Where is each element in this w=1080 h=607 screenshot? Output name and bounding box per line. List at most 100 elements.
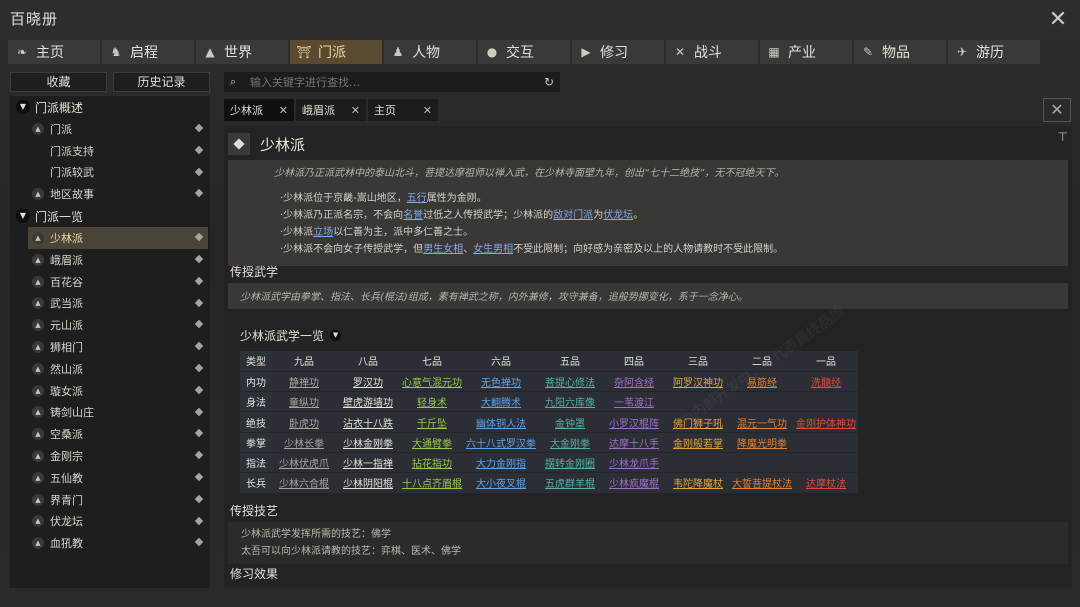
tree-item[interactable]: ▲ 少林派 — [28, 227, 208, 249]
martial-art-link[interactable]: 降魔光明拳 — [737, 439, 787, 450]
tree-item[interactable]: ▲ 空桑派 — [28, 423, 208, 445]
tree-item[interactable]: ▲ 峨眉派 — [28, 249, 208, 271]
tree-item[interactable]: ▲ 武当派 — [28, 293, 208, 315]
martial-art-link[interactable]: 静禅功 — [289, 378, 319, 389]
term-link[interactable]: 女生男相 — [473, 244, 513, 255]
term-link[interactable]: 敌对门派 — [553, 210, 593, 221]
term-link[interactable]: 男生女相 — [423, 244, 463, 255]
tree-item[interactable]: ▲ 百花谷 — [28, 271, 208, 293]
tree-item[interactable]: ▲ 界青门 — [28, 489, 208, 511]
martial-art-link[interactable]: 少林伏虎爪 — [279, 459, 329, 470]
nav-tab-10[interactable]: ✈ 游历 — [948, 40, 1040, 64]
martial-art-link[interactable]: 罗汉功 — [353, 378, 383, 389]
tree-item[interactable]: ▲ 金刚宗 — [28, 445, 208, 467]
nav-tab-6[interactable]: ▶ 修习 — [572, 40, 664, 64]
martial-art-link[interactable]: 杂阿含经 — [614, 378, 654, 389]
martial-art-link[interactable]: 大金刚拳 — [550, 439, 590, 450]
martial-art-link[interactable]: 金钟罩 — [555, 419, 585, 430]
martial-art-link[interactable]: 心意气混元功 — [402, 378, 462, 389]
close-icon[interactable]: ✕ — [279, 104, 288, 117]
martial-art-link[interactable]: 韦陀降魔杖 — [673, 479, 723, 490]
chevron-down-icon[interactable]: ▼ — [330, 330, 342, 341]
nav-tab-4[interactable]: ♟ 人物 — [384, 40, 476, 64]
martial-art-link[interactable]: 壁虎游墙功 — [343, 398, 393, 409]
pin-icon[interactable]: ⊤ — [1058, 130, 1068, 144]
martial-art-link[interactable]: 少林疯魔棍 — [609, 479, 659, 490]
nav-tab-5[interactable]: ● 交互 — [478, 40, 570, 64]
tree-item[interactable]: 门派支持 — [28, 140, 208, 162]
nav-tab-7[interactable]: ✕ 战斗 — [666, 40, 758, 64]
term-link[interactable]: 立场 — [313, 227, 333, 238]
martial-art-link[interactable]: 轻身术 — [417, 398, 447, 409]
tree-item[interactable]: ▲ 地区故事 — [28, 183, 208, 205]
tree-item[interactable]: ▲ 狮相门 — [28, 336, 208, 358]
martial-art-link[interactable]: 少林金刚拳 — [343, 439, 393, 450]
martial-art-link[interactable]: 大小夜叉棍 — [476, 479, 526, 490]
close-icon[interactable]: ✕ — [423, 104, 432, 117]
martial-art-link[interactable]: 无色禅功 — [481, 378, 521, 389]
close-icon[interactable]: ✕ — [351, 104, 360, 117]
martial-art-link[interactable]: 五虎群羊棍 — [545, 479, 595, 490]
martial-art-link[interactable]: 幽体铜人法 — [476, 419, 526, 430]
martial-art-link[interactable]: 易筋经 — [747, 378, 777, 389]
martial-art-link[interactable]: 大通臂拳 — [412, 439, 452, 450]
nav-tab-0[interactable]: ❧ 主页 — [8, 40, 100, 64]
refresh-icon[interactable]: ↻ — [544, 75, 554, 89]
chevron-down-icon[interactable]: ▼ — [16, 209, 30, 224]
tree-item[interactable]: ▲ 伏龙坛 — [28, 511, 208, 533]
martial-art-link[interactable]: 大誓菩提杖法 — [732, 479, 792, 490]
martial-art-link[interactable]: 菩提心修法 — [545, 378, 595, 389]
martial-art-link[interactable]: 十八点齐眉棍 — [402, 479, 462, 490]
close-x-icon[interactable]: ✕ — [1046, 8, 1070, 32]
tree-item[interactable]: ▲ 门派 — [28, 118, 208, 140]
martial-art-link[interactable]: 洗髓经 — [811, 378, 841, 389]
martial-art-link[interactable]: 拈花指功 — [412, 459, 452, 470]
martial-art-link[interactable]: 六十八式罗汉拳 — [466, 439, 536, 450]
martial-art-link[interactable]: 摆转金刚圈 — [545, 459, 595, 470]
page-tab[interactable]: 主页 ✕ — [368, 99, 438, 121]
martial-art-link[interactable]: 少林龙爪手 — [609, 459, 659, 470]
tree-group[interactable]: ▼ 门派一览 — [10, 205, 210, 227]
tree-item[interactable]: ▲ 五仙教 — [28, 467, 208, 489]
martial-art-link[interactable]: 少林一指禅 — [343, 459, 393, 470]
martial-art-link[interactable]: 小罗汉棍阵 — [609, 419, 659, 430]
martial-art-link[interactable]: 千斤坠 — [417, 419, 447, 430]
page-tab[interactable]: 峨眉派 ✕ — [296, 99, 366, 121]
tree-item[interactable]: 门派较武 — [28, 162, 208, 184]
martial-art-link[interactable]: 佛门狮子吼 — [673, 419, 723, 430]
martial-art-link[interactable]: 少林长拳 — [284, 439, 324, 450]
page-tab[interactable]: 少林派 ✕ — [224, 99, 294, 121]
search-input[interactable] — [250, 75, 536, 89]
term-link[interactable]: 伏龙坛 — [603, 210, 633, 221]
tree-item[interactable]: ▲ 血犼教 — [28, 532, 208, 554]
tree-group[interactable]: ▼ 门派概述 — [10, 96, 210, 118]
martial-art-link[interactable]: 大翻腾术 — [481, 398, 521, 409]
martial-art-link[interactable]: 一苇渡江 — [614, 398, 654, 409]
term-link[interactable]: 名誉 — [403, 210, 423, 221]
martial-art-link[interactable]: 大力金刚指 — [476, 459, 526, 470]
martial-art-link[interactable]: 达摩十八手 — [609, 439, 659, 450]
tree-item[interactable]: ▲ 然山派 — [28, 358, 208, 380]
martial-art-link[interactable]: 少林阴阳棍 — [343, 479, 393, 490]
close-all-tabs-icon[interactable]: ✕ — [1043, 98, 1071, 122]
martial-art-link[interactable]: 金刚护体神功 — [796, 419, 856, 430]
martial-art-link[interactable]: 九阳六库像 — [545, 398, 595, 409]
martial-art-link[interactable]: 沾衣十八跌 — [343, 419, 393, 430]
tree-item[interactable]: ▲ 璇女派 — [28, 380, 208, 402]
martial-art-link[interactable]: 童纵功 — [289, 398, 319, 409]
martial-list-title[interactable]: 少林派武学一览 ▼ — [240, 327, 342, 344]
martial-art-link[interactable]: 达摩杖法 — [806, 479, 846, 490]
chevron-down-icon[interactable]: ▼ — [16, 100, 30, 114]
term-link[interactable]: 五行 — [407, 193, 427, 204]
nav-tab-3[interactable]: ⛩ 门派 — [290, 40, 382, 64]
tree-item[interactable]: ▲ 铸剑山庄 — [28, 402, 208, 424]
nav-tab-2[interactable]: ▲ 世界 — [196, 40, 288, 64]
martial-art-link[interactable]: 少林六合棍 — [279, 479, 329, 490]
tree-item[interactable]: ▲ 元山派 — [28, 314, 208, 336]
martial-art-link[interactable]: 卧虎功 — [289, 419, 319, 430]
martial-art-link[interactable]: 阿罗汉神功 — [673, 378, 723, 389]
nav-tab-8[interactable]: ▦ 产业 — [760, 40, 852, 64]
martial-art-link[interactable]: 混元一气功 — [737, 419, 787, 430]
history-button[interactable]: 历史记录 — [113, 72, 210, 92]
favorites-button[interactable]: 收藏 — [10, 72, 107, 92]
